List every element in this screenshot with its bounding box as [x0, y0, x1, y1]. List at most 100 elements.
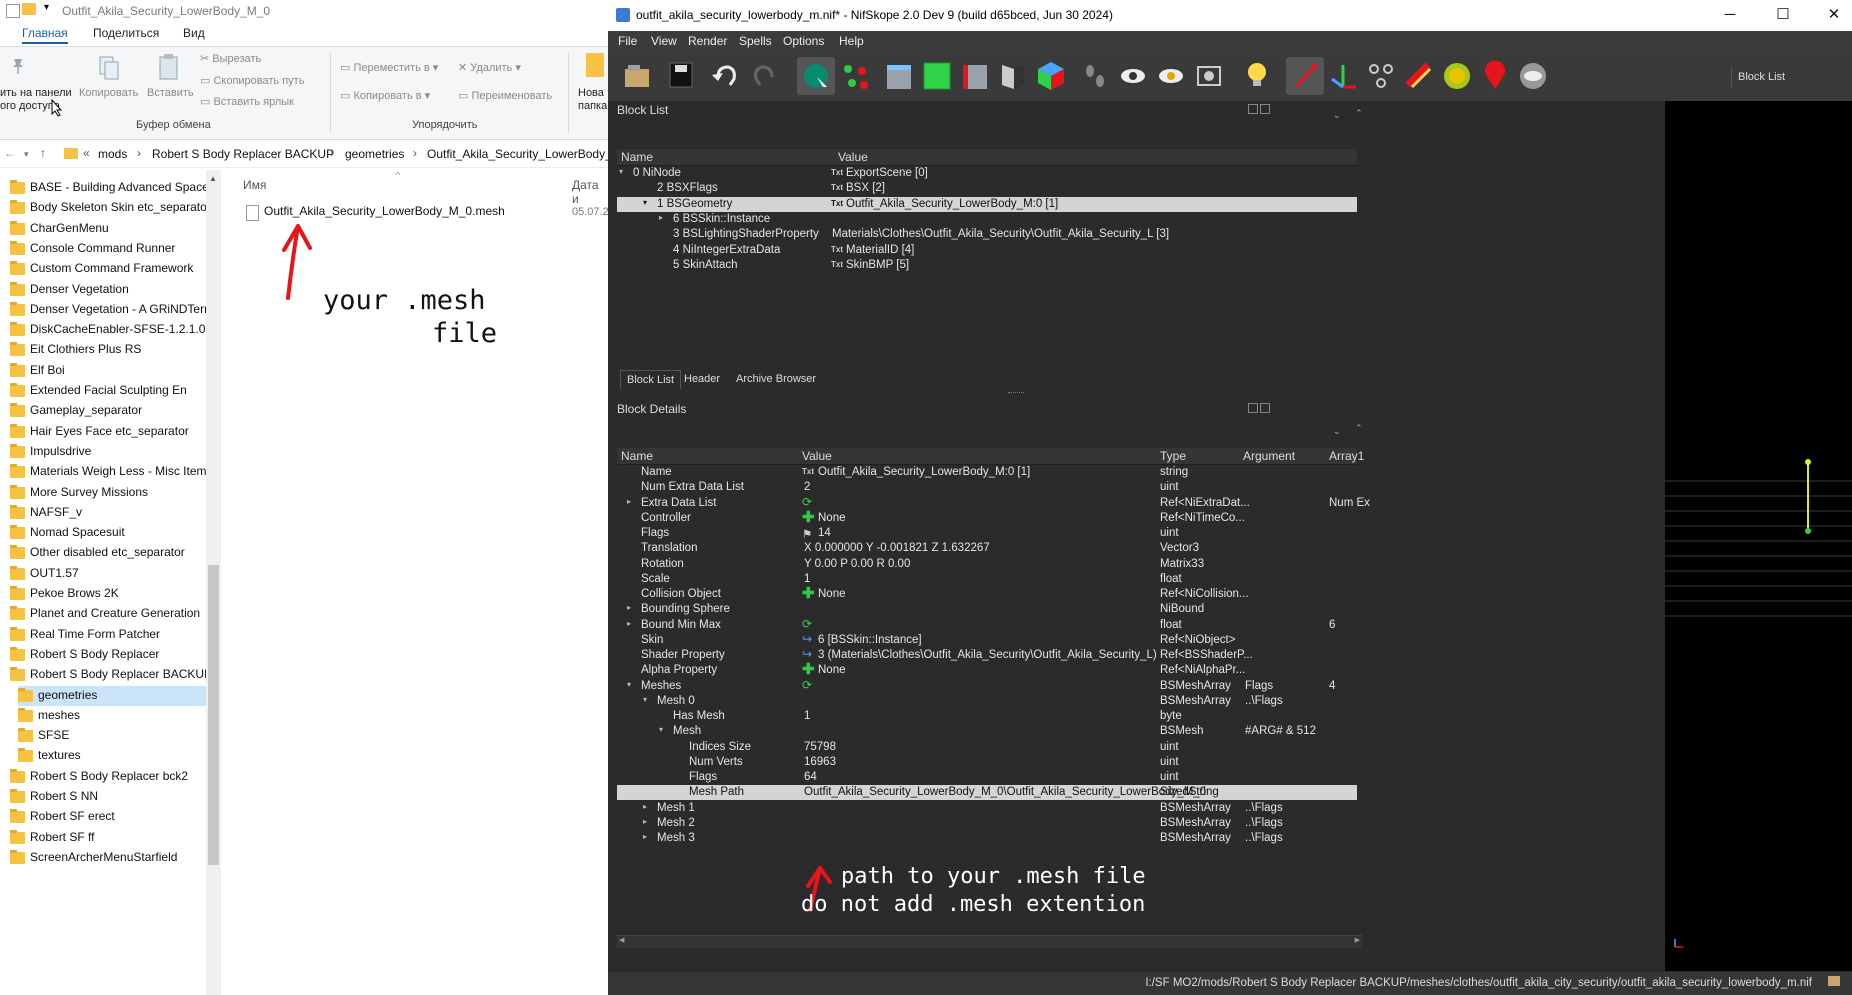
- breadcrumb-mods[interactable]: mods: [98, 147, 127, 161]
- column-value[interactable]: Value: [802, 449, 832, 463]
- show-markers-icon[interactable]: [1476, 57, 1514, 95]
- expand-all-icon[interactable]: ⌃: [1355, 423, 1363, 434]
- detail-row[interactable]: Translation X 0.000000 Y -0.001821 Z 1.63…: [617, 541, 1357, 556]
- block-list-row[interactable]: 5 SkinAttach Txt SkinBMP [5]: [617, 258, 1357, 273]
- tree-item[interactable]: Console Command Runner: [10, 239, 206, 259]
- tree-item[interactable]: meshes: [18, 706, 206, 726]
- field-value[interactable]: 14: [818, 527, 831, 539]
- detail-row[interactable]: Skin ↪ 6 [BSSkin::Instance] Ref<NiObject>: [617, 632, 1357, 648]
- pin-icon[interactable]: [8, 55, 28, 75]
- close-panel-icon[interactable]: [1260, 104, 1270, 114]
- splitter-handle[interactable]: [1008, 392, 1024, 394]
- column-value[interactable]: Value: [838, 150, 868, 164]
- refresh-icon[interactable]: ⟳: [802, 495, 812, 509]
- expanded-icon[interactable]: ▾: [627, 680, 631, 689]
- add-plus-icon[interactable]: ✚: [802, 662, 815, 677]
- field-value[interactable]: None: [818, 664, 846, 676]
- menu-help[interactable]: Help: [839, 34, 864, 48]
- expanded-icon[interactable]: ▾: [643, 695, 647, 704]
- close-panel-icon[interactable]: [1260, 403, 1270, 413]
- scroll-up-icon[interactable]: ▲: [209, 174, 217, 183]
- collapsed-icon[interactable]: ▸: [643, 802, 647, 811]
- tab-share[interactable]: Поделиться: [93, 26, 159, 40]
- tree-item[interactable]: textures: [18, 746, 206, 766]
- breadcrumb-robert-backup[interactable]: Robert S Body Replacer BACKUP: [152, 147, 334, 161]
- field-value[interactable]: 64: [804, 771, 817, 783]
- tree-item[interactable]: Impulsdrive: [10, 442, 206, 462]
- view-front-icon[interactable]: [880, 57, 918, 95]
- show-skeleton-icon[interactable]: [1362, 57, 1400, 95]
- view-user-icon[interactable]: [1032, 57, 1070, 95]
- field-value[interactable]: 1: [804, 710, 810, 722]
- menu-view[interactable]: View: [651, 34, 677, 48]
- collapsed-icon[interactable]: ▸: [643, 832, 647, 841]
- new-folder-icon[interactable]: [586, 53, 604, 77]
- show-collision-icon[interactable]: [1400, 57, 1438, 95]
- scroll-right-icon[interactable]: ▶: [1355, 936, 1360, 944]
- float-panel-icon[interactable]: [1248, 104, 1258, 114]
- detail-row[interactable]: ▸ Bound Min Max ⟳ float 6: [617, 617, 1357, 633]
- cut-button[interactable]: ✂ Вырезать: [200, 52, 261, 65]
- view-perspective-icon[interactable]: [994, 57, 1032, 95]
- detail-row[interactable]: ▸ Bounding Sphere NiBound: [617, 602, 1357, 617]
- view-side-icon[interactable]: [956, 57, 994, 95]
- tree-item[interactable]: Pekoe Brows 2K: [10, 584, 206, 604]
- collapsed-icon[interactable]: ▸: [643, 817, 647, 826]
- scroll-left-icon[interactable]: ◀: [619, 936, 624, 944]
- block-list-row[interactable]: 4 NiIntegerExtraData Txt MaterialID [4]: [617, 243, 1357, 258]
- column-date-header[interactable]: Дата и: [572, 178, 608, 206]
- tree-item[interactable]: Gameplay_separator: [10, 401, 206, 421]
- walk-icon[interactable]: [1076, 57, 1114, 95]
- tree-item[interactable]: Eit Clothiers Plus RS: [10, 340, 206, 360]
- field-value[interactable]: None: [818, 588, 846, 600]
- tree-scrollbar-thumb[interactable]: [208, 565, 219, 865]
- detail-row[interactable]: Flags 64 uint: [617, 770, 1357, 785]
- hidden-toggle-icon[interactable]: [1514, 57, 1552, 95]
- breadcrumb-geometries[interactable]: geometries: [345, 147, 404, 161]
- expanded-icon[interactable]: ▾: [643, 198, 647, 207]
- tree-item[interactable]: Robert SF ff: [10, 828, 206, 848]
- details-hscrollbar[interactable]: ◀ ▶: [617, 935, 1362, 948]
- detail-row[interactable]: ▾ Mesh 0 BSMeshArray ..\Flags: [617, 694, 1357, 709]
- tree-item[interactable]: Hair Eyes Face etc_separator: [10, 422, 206, 442]
- field-value[interactable]: 16963: [804, 756, 836, 768]
- column-type[interactable]: Type: [1160, 449, 1186, 463]
- column-name-header[interactable]: Имя: [243, 178, 266, 192]
- detail-row[interactable]: ▾ Mesh BSMesh #ARG# & 512: [617, 724, 1357, 739]
- eye-check-icon[interactable]: [1152, 57, 1190, 95]
- detail-row[interactable]: Collision Object ✚ None Ref<NiCollision...: [617, 586, 1357, 602]
- rename-button[interactable]: ▭ Переименовать: [458, 89, 552, 102]
- collapsed-icon[interactable]: ▸: [659, 213, 663, 222]
- tree-item[interactable]: Robert S NN: [10, 787, 206, 807]
- tree-item[interactable]: Materials Weigh Less - Misc Item: [10, 462, 207, 482]
- render-viewport[interactable]: [1665, 101, 1852, 971]
- tree-item[interactable]: SFSE: [18, 726, 206, 746]
- field-value[interactable]: None: [818, 512, 846, 524]
- collapsed-icon[interactable]: ▸: [627, 497, 631, 506]
- collapse-all-icon[interactable]: ⌄: [1333, 426, 1341, 437]
- tab-view[interactable]: Вид: [183, 26, 205, 40]
- quick-access-dropdown-icon[interactable]: ▾: [44, 2, 49, 13]
- add-plus-icon[interactable]: ✚: [802, 586, 815, 601]
- detail-row[interactable]: Flags ⚑ 14 uint: [617, 526, 1357, 541]
- detail-row[interactable]: Controller ✚ None Ref<NiTimeCo...: [617, 510, 1357, 526]
- paste-button[interactable]: Вставить: [147, 87, 194, 99]
- screenshot-icon[interactable]: [1190, 57, 1228, 95]
- block-list-row[interactable]: 2 BSXFlags Txt BSX [2]: [617, 181, 1357, 196]
- detail-row[interactable]: ▸ Mesh 3 BSMeshArray ..\Flags: [617, 831, 1357, 846]
- detail-row[interactable]: Indices Size 75798 uint: [617, 740, 1357, 755]
- tab-block-list[interactable]: Block List: [620, 370, 682, 389]
- tree-item[interactable]: ScreenArcherMenuStarfield: [10, 848, 206, 868]
- field-value[interactable]: 6 [BSSkin::Instance]: [818, 634, 922, 646]
- paste-shortcut-button[interactable]: ▭ Вставить ярлык: [200, 95, 294, 108]
- tab-archive-browser[interactable]: Archive Browser: [730, 370, 822, 388]
- detail-row[interactable]: Num Extra Data List 2 uint: [617, 480, 1357, 495]
- up-arrow-icon[interactable]: ↑: [40, 146, 46, 160]
- new-folder-label-2[interactable]: папка: [578, 100, 607, 112]
- text-type-icon[interactable]: Txt: [802, 467, 814, 476]
- tree-item[interactable]: Nomad Spacesuit: [10, 523, 206, 543]
- detail-row[interactable]: Num Verts 16963 uint: [617, 755, 1357, 770]
- mesh-file-item[interactable]: Outfit_Akila_Security_LowerBody_M_0.mesh: [264, 204, 505, 218]
- menu-render[interactable]: Render: [688, 34, 727, 48]
- field-value[interactable]: 3 (Materials\Clothes\Outfit_Akila_Securi…: [818, 649, 1157, 661]
